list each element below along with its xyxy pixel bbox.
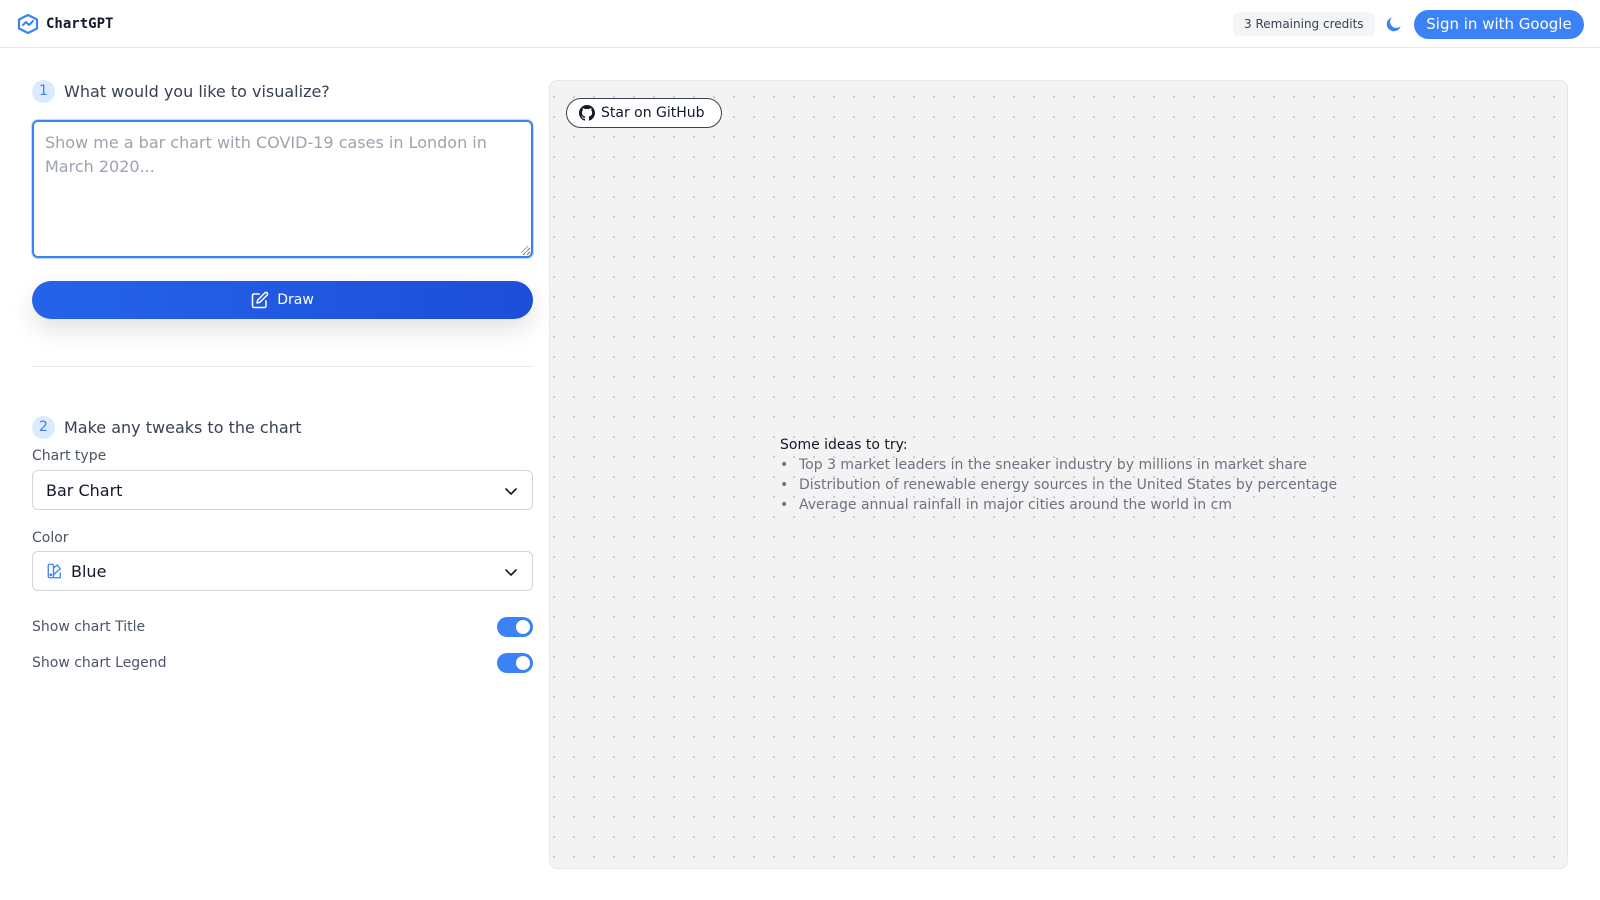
show-title-row: Show chart Title [32, 617, 533, 637]
chart-logo-icon [17, 13, 39, 35]
chart-canvas: Star on GitHub Some ideas to try: Top 3 … [549, 80, 1568, 869]
draw-label: Draw [277, 292, 314, 308]
show-title-label: Show chart Title [32, 619, 146, 635]
controls-panel: 1 What would you like to visualize? Draw… [32, 80, 533, 673]
edit-icon [251, 291, 269, 309]
color-label: Color [32, 530, 69, 546]
moon-icon[interactable] [1384, 14, 1404, 34]
step-2-header: 2 Make any tweaks to the chart [32, 416, 302, 439]
step-title: What would you like to visualize? [64, 82, 330, 101]
logo[interactable]: ChartGPT [16, 13, 113, 35]
toggle-knob [516, 656, 530, 670]
toggle-knob [516, 620, 530, 634]
divider [32, 366, 533, 367]
color-select[interactable]: Blue [32, 551, 533, 591]
github-label: Star on GitHub [601, 105, 705, 121]
draw-button[interactable]: Draw [32, 281, 533, 319]
show-title-toggle[interactable] [497, 617, 533, 637]
top-bar: ChartGPT 3 Remaining credits Sign in wit… [0, 0, 1600, 48]
step-number: 1 [32, 80, 55, 103]
chevron-down-icon [505, 569, 517, 576]
github-icon [579, 105, 595, 121]
prompt-input[interactable] [32, 120, 533, 258]
chevron-down-icon [505, 488, 517, 495]
app-name: ChartGPT [46, 16, 114, 32]
ideas-box: Some ideas to try: Top 3 market leaders … [780, 435, 1337, 515]
step-title: Make any tweaks to the chart [64, 418, 302, 437]
show-legend-toggle[interactable] [497, 653, 533, 673]
github-star-button[interactable]: Star on GitHub [566, 98, 722, 128]
chart-type-label: Chart type [32, 448, 107, 464]
show-legend-label: Show chart Legend [32, 655, 167, 671]
color-value: Blue [71, 561, 107, 581]
step-1-header: 1 What would you like to visualize? [32, 80, 533, 103]
step-number: 2 [32, 416, 55, 439]
credits-badge: 3 Remaining credits [1233, 12, 1375, 36]
palette-icon [47, 563, 61, 579]
sign-in-button[interactable]: Sign in with Google [1414, 10, 1584, 39]
chart-type-select[interactable]: Bar Chart [32, 470, 533, 510]
idea-item[interactable]: Average annual rainfall in major cities … [780, 495, 1337, 515]
idea-item[interactable]: Top 3 market leaders in the sneaker indu… [780, 455, 1337, 475]
chart-type-value: Bar Chart [46, 480, 123, 500]
ideas-list: Top 3 market leaders in the sneaker indu… [780, 455, 1337, 515]
show-legend-row: Show chart Legend [32, 653, 533, 673]
ideas-title: Some ideas to try: [780, 437, 908, 453]
idea-item[interactable]: Distribution of renewable energy sources… [780, 475, 1337, 495]
resize-handle-icon[interactable] [520, 245, 529, 254]
